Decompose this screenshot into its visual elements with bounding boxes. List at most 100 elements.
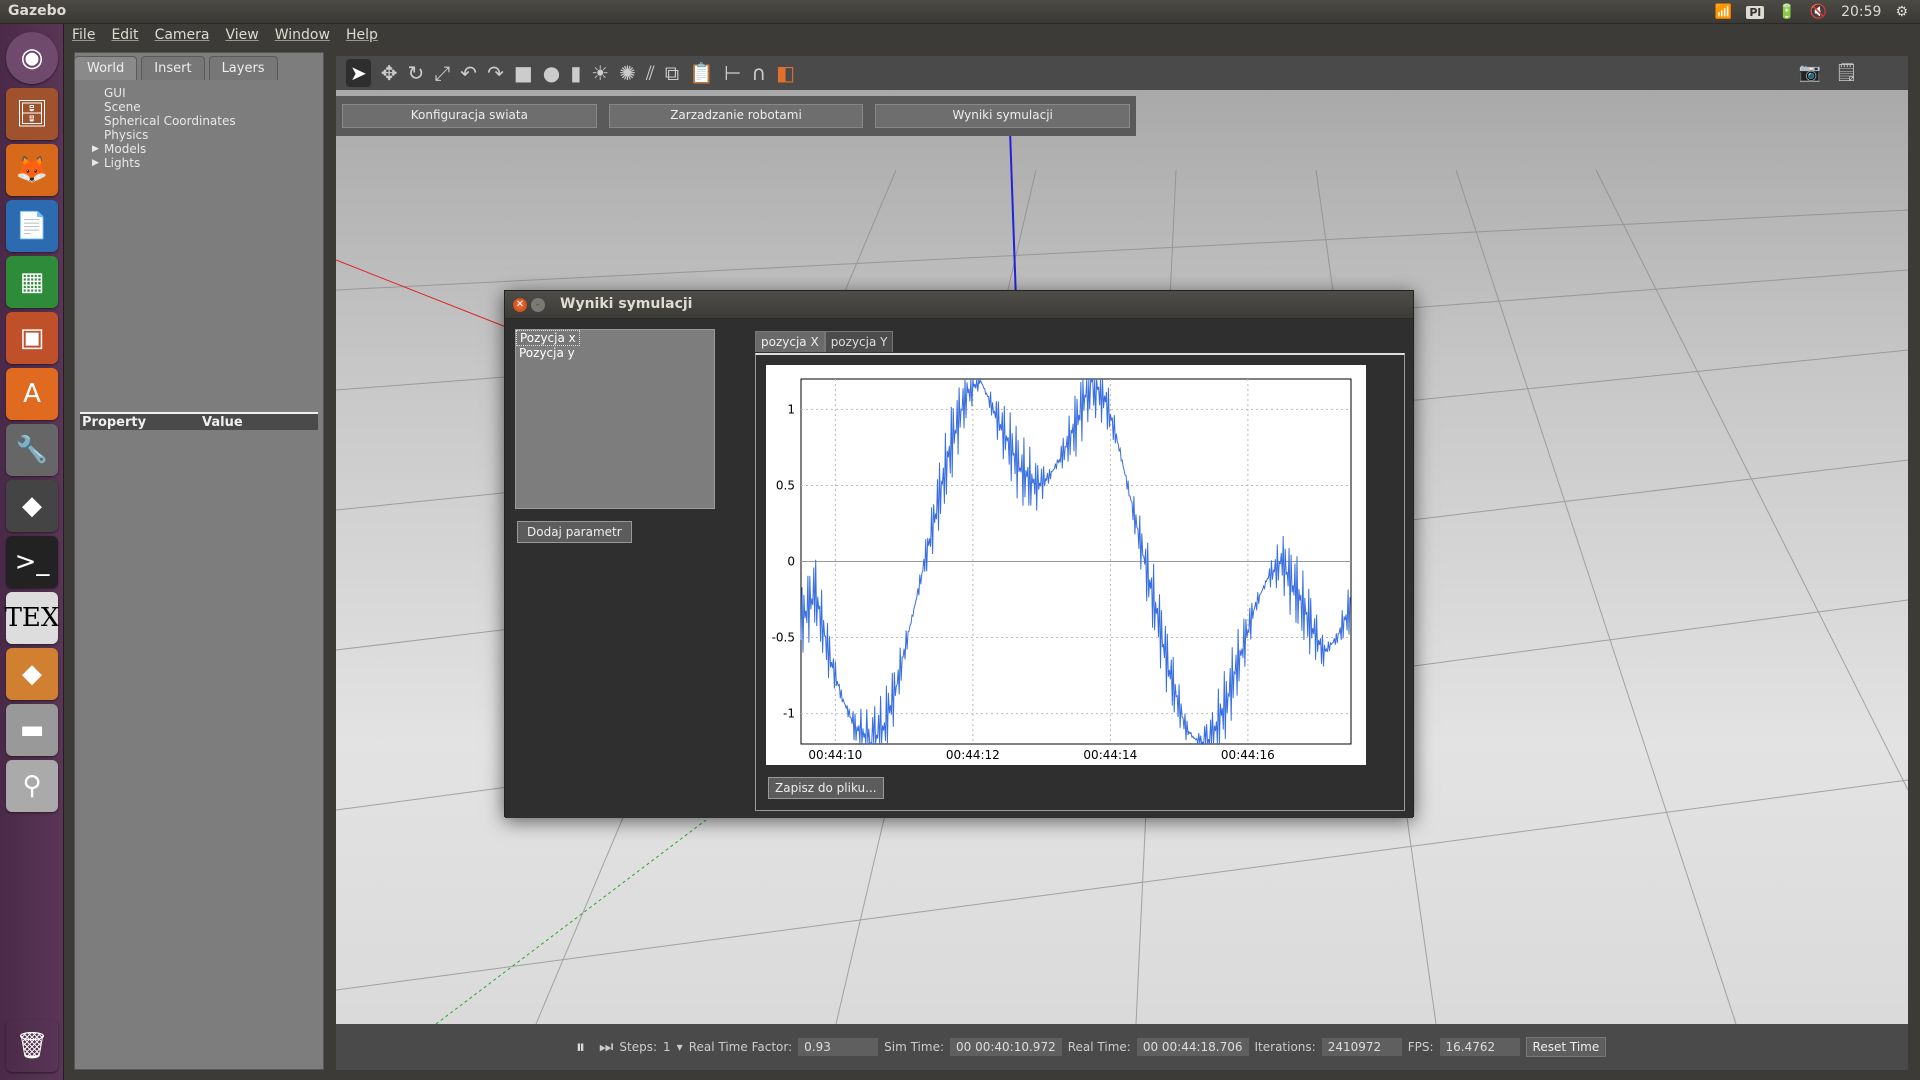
- battery-icon[interactable]: 🔋: [1778, 4, 1795, 20]
- status-bar: ⏸ ⏭ Steps: 1 ▾ Real Time Factor: 0.93 Si…: [336, 1024, 1908, 1070]
- clock[interactable]: 20:59: [1841, 4, 1881, 20]
- writer-icon[interactable]: 📄: [6, 200, 58, 252]
- align-icon[interactable]: ⊢: [724, 61, 741, 85]
- ubuntu-logo-icon[interactable]: ◉: [6, 32, 58, 84]
- plot-tabs: pozycja X pozycja Y: [755, 331, 894, 352]
- sphere-shape-icon[interactable]: ●: [543, 61, 560, 85]
- scale-tool-icon[interactable]: ⤢: [434, 61, 450, 85]
- files-icon[interactable]: 🗄: [6, 88, 58, 140]
- value-col: Value: [202, 415, 243, 430]
- screenshot-icon[interactable]: 📷: [1799, 62, 1821, 83]
- tab-position-x[interactable]: pozycja X: [755, 331, 825, 352]
- y-tick-label: 0.5: [776, 478, 795, 492]
- y-tick-label: 0: [787, 555, 795, 569]
- copy-icon[interactable]: ⧉: [665, 61, 679, 85]
- steps-value[interactable]: 1: [663, 1040, 671, 1054]
- x-tick-label: 00:44:16: [1221, 748, 1275, 762]
- point-light-icon[interactable]: ☀: [591, 61, 609, 85]
- panel-splitter[interactable]: [324, 52, 336, 1070]
- menu-window[interactable]: Window: [275, 27, 330, 43]
- volume-icon[interactable]: 🔇: [1810, 4, 1827, 20]
- system-tray: 📶 Pl 🔋 🔇 20:59 ⚙: [1715, 0, 1920, 24]
- tree-item-spherical[interactable]: Spherical Coordinates: [92, 114, 236, 128]
- tab-world[interactable]: World: [74, 56, 138, 80]
- paste-icon[interactable]: 📋: [689, 61, 714, 85]
- iterations-label: Iterations:: [1254, 1040, 1316, 1054]
- reset-time-button[interactable]: Reset Time: [1525, 1037, 1607, 1057]
- position-chart: 1 0.5 0 -0.5 -1 00:44:10 00:44:12 00:44:14 00:44…: [766, 365, 1366, 765]
- tab-insert[interactable]: Insert: [141, 56, 205, 80]
- trash-icon[interactable]: 🗑: [6, 1020, 58, 1072]
- spot-light-icon[interactable]: ✺: [619, 61, 636, 85]
- tree-item-models[interactable]: Models: [92, 142, 236, 156]
- robot-management-button[interactable]: Zarzadzanie robotami: [608, 104, 864, 128]
- menu-view[interactable]: View: [226, 27, 259, 43]
- disk-icon[interactable]: ▬: [6, 704, 58, 756]
- y-tick-label: -1: [783, 707, 795, 721]
- launcher: ◉ 🗄 🦊 📄 ▦ ▣ A 🔧 ◆ >_ TEX ◆ ▬ ⚲ 🗑: [0, 24, 64, 1080]
- menu-file[interactable]: File: [72, 27, 95, 43]
- translate-tool-icon[interactable]: ✥: [381, 61, 398, 85]
- directional-light-icon[interactable]: ⫽: [646, 61, 655, 85]
- keyboard-layout[interactable]: Pl: [1746, 5, 1765, 19]
- tree-item-physics[interactable]: Physics: [92, 128, 236, 142]
- toolbar: ➤ ✥ ↻ ⤢ ↶ ↷ ■ ● ▮ ☀ ✺ ⫽ ⧉ 📋 ⊢ ∩ ◧ 📷 🗒: [336, 56, 1908, 90]
- pause-icon[interactable]: ⏸: [576, 1037, 585, 1058]
- usb-icon[interactable]: ⚲: [6, 760, 58, 812]
- menu-bar: File Edit Camera View Window Help: [64, 24, 1920, 46]
- dialog-titlebar[interactable]: ✕ – Wyniki symulacji: [505, 291, 1413, 319]
- menu-camera[interactable]: Camera: [155, 27, 210, 43]
- wifi-icon[interactable]: 📶: [1715, 4, 1732, 20]
- param-list: Pozycja x Pozycja y: [515, 329, 715, 509]
- sim-results-button[interactable]: Wyniki symulacji: [875, 104, 1131, 128]
- select-tool-icon[interactable]: ➤: [346, 59, 371, 87]
- dialog-title: Wyniki symulacji: [560, 296, 693, 312]
- view-angle-icon[interactable]: ◧: [776, 61, 795, 85]
- rtf-field: 0.93: [798, 1038, 879, 1056]
- y-tick-label: 1: [787, 402, 795, 416]
- tab-position-y[interactable]: pozycja Y: [824, 331, 894, 352]
- top-panel: Gazebo 📶 Pl 🔋 🔇 20:59 ⚙: [0, 0, 1920, 24]
- plot-area: 1 0.5 0 -0.5 -1 00:44:10 00:44:12 00:44:14 00:44…: [755, 353, 1405, 811]
- iterations-field: 2410972: [1321, 1038, 1402, 1056]
- firefox-icon[interactable]: 🦊: [6, 144, 58, 196]
- step-icon[interactable]: ⏭: [599, 1037, 613, 1057]
- rtf-label: Real Time Factor:: [688, 1040, 793, 1054]
- undo-icon[interactable]: ↶: [460, 61, 477, 85]
- world-config-button[interactable]: Konfiguracja swiata: [342, 104, 597, 128]
- chevron-down-icon[interactable]: ▾: [677, 1040, 683, 1054]
- gazebo-icon[interactable]: ◆: [6, 480, 58, 532]
- impress-icon[interactable]: ▣: [6, 312, 58, 364]
- list-item[interactable]: Pozycja y: [516, 346, 714, 360]
- calc-icon[interactable]: ▦: [6, 256, 58, 308]
- terminal-icon[interactable]: >_: [6, 536, 58, 588]
- rotate-tool-icon[interactable]: ↻: [408, 61, 425, 85]
- redo-icon[interactable]: ↷: [487, 61, 504, 85]
- app-title: Gazebo: [8, 3, 67, 19]
- tex-icon[interactable]: TEX: [5, 592, 59, 644]
- settings-icon[interactable]: 🔧: [6, 424, 58, 476]
- minimize-icon[interactable]: –: [531, 298, 545, 312]
- save-to-file-button[interactable]: Zapisz do pliku...: [768, 777, 884, 799]
- tree-item-scene[interactable]: Scene: [92, 100, 236, 114]
- cylinder-shape-icon[interactable]: ▮: [570, 61, 581, 85]
- gazebo-active-icon[interactable]: ◆: [6, 648, 58, 700]
- sim-time-label: Sim Time:: [884, 1040, 945, 1054]
- box-shape-icon[interactable]: ■: [514, 61, 533, 85]
- dialog-body: Pozycja x Pozycja y Dodaj parametr pozyc…: [505, 319, 1413, 818]
- list-item[interactable]: Pozycja x: [516, 330, 580, 346]
- menu-help[interactable]: Help: [346, 27, 378, 43]
- add-param-button[interactable]: Dodaj parametr: [517, 521, 632, 543]
- snap-icon[interactable]: ∩: [751, 61, 766, 85]
- gear-icon[interactable]: ⚙: [1895, 4, 1908, 20]
- log-icon[interactable]: 🗒: [1835, 62, 1858, 83]
- software-center-icon[interactable]: A: [6, 368, 58, 420]
- y-tick-label: -0.5: [772, 631, 795, 645]
- tree-item-gui[interactable]: GUI: [92, 86, 236, 100]
- fps-label: FPS:: [1407, 1040, 1434, 1054]
- property-col: Property: [82, 415, 147, 430]
- tab-layers[interactable]: Layers: [208, 56, 278, 80]
- menu-edit[interactable]: Edit: [111, 27, 138, 43]
- tree-item-lights[interactable]: Lights: [92, 156, 236, 170]
- close-icon[interactable]: ✕: [513, 298, 527, 312]
